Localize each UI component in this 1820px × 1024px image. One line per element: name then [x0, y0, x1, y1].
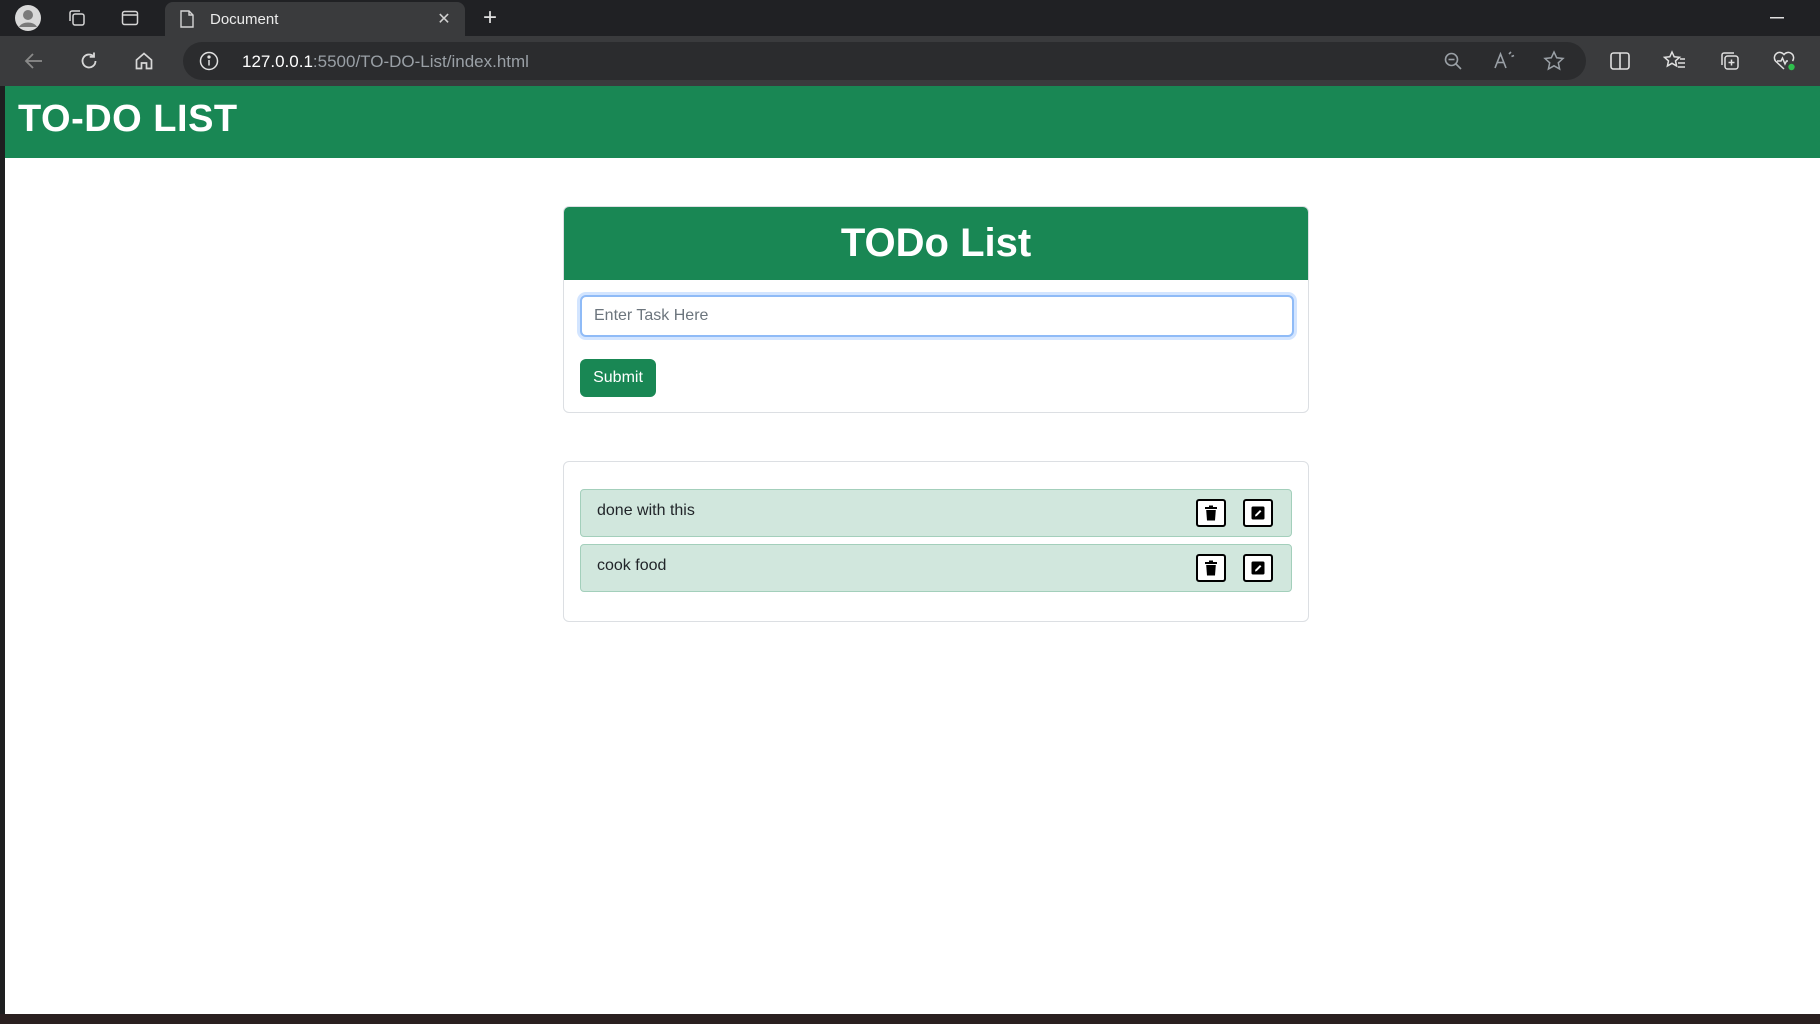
collections-icon[interactable] [1712, 46, 1748, 76]
address-bar[interactable]: 127.0.0.1:5500/TO-DO-List/index.html [183, 42, 1586, 80]
delete-task-button[interactable] [1196, 499, 1226, 527]
site-info-icon[interactable] [199, 51, 219, 76]
read-aloud-icon[interactable] [1491, 49, 1517, 73]
new-tab-icon[interactable]: + [475, 4, 505, 32]
tab-document[interactable]: Document ✕ [165, 2, 465, 36]
edit-icon [1251, 506, 1265, 520]
task-item: cook food [580, 544, 1292, 592]
trash-icon [1205, 560, 1217, 576]
minimize-icon[interactable] [1762, 6, 1792, 30]
zoom-out-icon[interactable] [1440, 49, 1466, 73]
task-input[interactable] [580, 295, 1294, 337]
edit-icon [1251, 561, 1265, 575]
profile-icon[interactable] [13, 4, 43, 32]
submit-button[interactable]: Submit [580, 359, 656, 397]
favorites-icon[interactable] [1657, 46, 1693, 76]
edit-task-button[interactable] [1243, 499, 1273, 527]
refresh-icon[interactable] [71, 46, 107, 76]
url-host: 127.0.0.1 [242, 52, 313, 71]
task-list-card: done with this cook food [563, 461, 1309, 622]
browser-essentials-icon[interactable] [1766, 46, 1802, 76]
page-title: TO-DO LIST [18, 98, 238, 140]
task-text: done with this [597, 502, 695, 519]
tab-actions-icon[interactable] [115, 4, 145, 32]
favorite-star-icon[interactable] [1541, 49, 1567, 73]
tab-title: Document [210, 11, 279, 28]
task-item: done with this [580, 489, 1292, 537]
url-path: :5500/TO-DO-List/index.html [312, 52, 529, 71]
delete-task-button[interactable] [1196, 554, 1226, 582]
page-viewport: TO-DO LIST TODo List Submit done with th… [5, 86, 1820, 1014]
document-icon [179, 10, 195, 33]
edit-task-button[interactable] [1243, 554, 1273, 582]
card-header: TODo List [564, 207, 1308, 280]
url-text: 127.0.0.1:5500/TO-DO-List/index.html [242, 52, 529, 72]
trash-icon [1205, 505, 1217, 521]
back-icon[interactable] [16, 46, 52, 76]
split-screen-icon[interactable] [1602, 46, 1638, 76]
task-text: cook food [597, 557, 667, 574]
close-tab-icon[interactable]: ✕ [433, 8, 455, 30]
home-icon[interactable] [126, 46, 162, 76]
workspaces-icon[interactable] [62, 4, 92, 32]
page-header: TO-DO LIST [5, 86, 1820, 158]
card-title: TODo List [840, 221, 1032, 265]
browser-tabbar: Document ✕ + [0, 0, 1820, 36]
taskbar-edge [0, 1014, 1820, 1024]
task-form-card: TODo List Submit [563, 206, 1309, 413]
